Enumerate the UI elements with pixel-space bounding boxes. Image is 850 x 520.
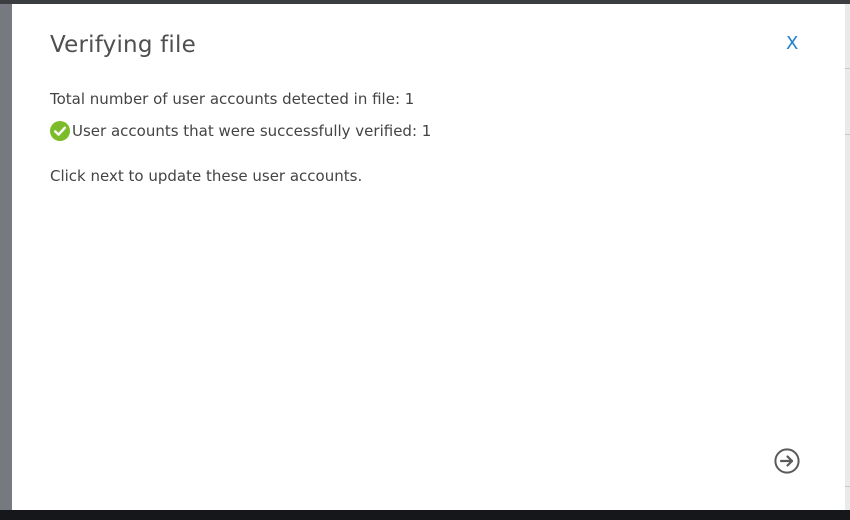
background-page-edge	[845, 4, 850, 510]
background-divider	[845, 68, 850, 69]
check-circle-icon	[50, 121, 70, 141]
verified-accounts-text: User accounts that were successfully ver…	[72, 122, 432, 140]
dialog-title: Verifying file	[50, 32, 196, 58]
close-button[interactable]: X	[786, 34, 798, 54]
background-divider	[845, 486, 850, 487]
arrow-right-circle-icon	[774, 448, 800, 474]
bottom-bar	[0, 510, 850, 520]
verified-accounts-row: User accounts that were successfully ver…	[50, 121, 431, 141]
next-button[interactable]	[774, 448, 800, 474]
total-accounts-text: Total number of user accounts detected i…	[50, 90, 415, 108]
background-divider	[845, 134, 850, 135]
verify-file-dialog: Verifying file X Total number of user ac…	[12, 4, 845, 510]
instruction-text: Click next to update these user accounts…	[50, 167, 363, 185]
